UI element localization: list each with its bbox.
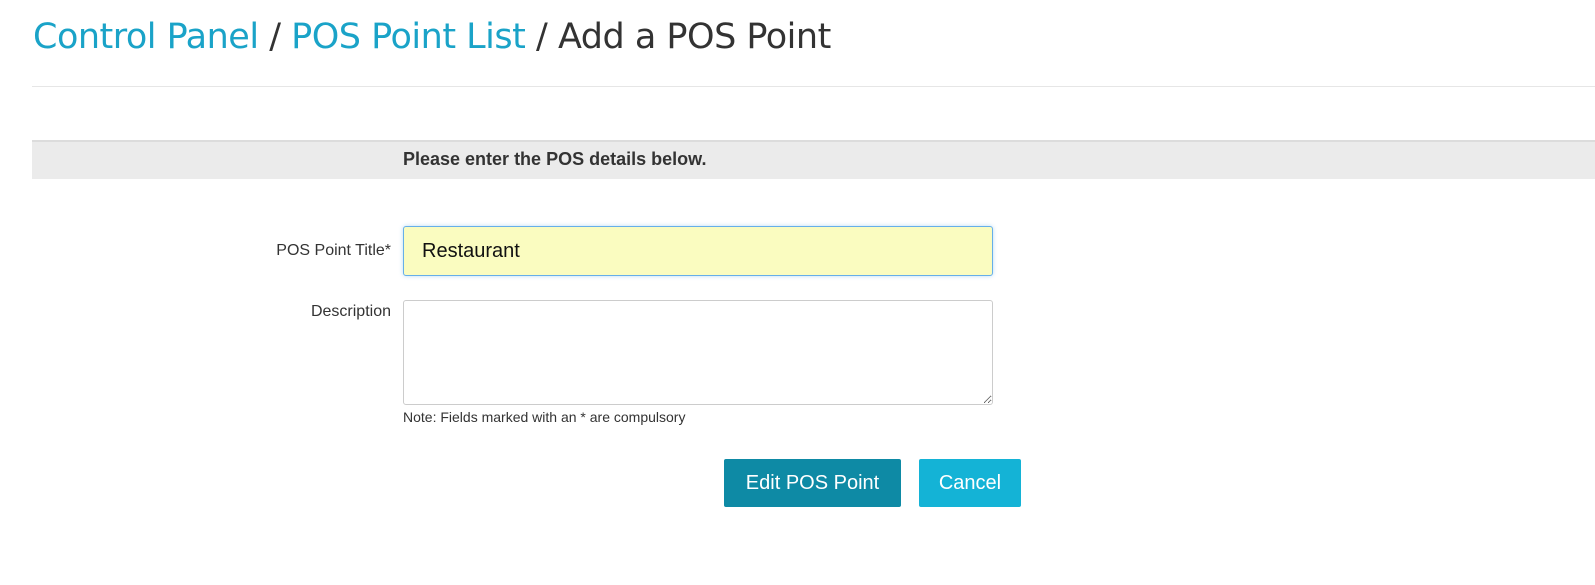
- pos-point-title-input[interactable]: [403, 226, 993, 276]
- description-label: Description: [310, 303, 391, 320]
- form-instructions: Please enter the POS details below.: [403, 149, 707, 169]
- compulsory-fields-note: Note: Fields marked with an * are compul…: [403, 409, 686, 425]
- add-pos-point-page: Control Panel / POS Point List / Add a P…: [0, 0, 1595, 585]
- breadcrumb-separator: /: [536, 17, 548, 57]
- breadcrumb-separator: /: [269, 17, 281, 57]
- breadcrumb: Control Panel / POS Point List / Add a P…: [33, 12, 831, 62]
- breadcrumb-link-control-panel[interactable]: Control Panel: [33, 17, 259, 57]
- form-section-header: Please enter the POS details below.: [32, 140, 1595, 179]
- cancel-button[interactable]: Cancel: [919, 459, 1021, 507]
- description-textarea[interactable]: [403, 300, 993, 405]
- breadcrumb-current-page: Add a POS Point: [557, 17, 831, 57]
- breadcrumb-link-pos-point-list[interactable]: POS Point List: [291, 17, 526, 57]
- pos-point-title-label: POS Point Title*: [276, 242, 391, 259]
- header-divider: [32, 86, 1595, 87]
- edit-pos-point-button[interactable]: Edit POS Point: [724, 459, 901, 507]
